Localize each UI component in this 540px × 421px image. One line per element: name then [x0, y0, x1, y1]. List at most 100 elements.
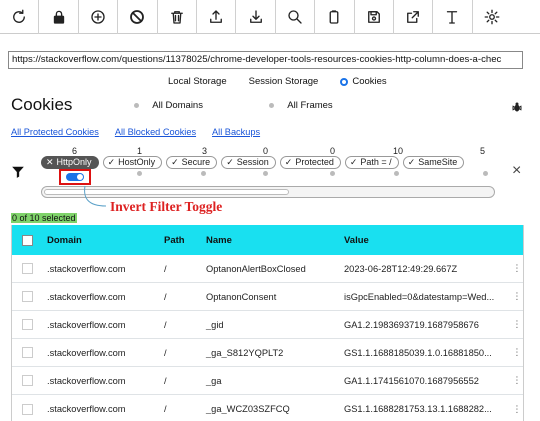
column-header-domain[interactable]: Domain — [44, 235, 162, 246]
row-menu-icon[interactable]: ⋮ — [510, 347, 524, 358]
invert-toggle-samesite[interactable] — [483, 171, 488, 176]
text-button[interactable] — [433, 0, 473, 34]
table-row[interactable]: .stackoverflow.com / OptanonConsent isGp… — [11, 283, 524, 311]
invert-toggle-path[interactable] — [394, 171, 399, 176]
row-menu-icon[interactable]: ⋮ — [510, 263, 524, 274]
bug-icon[interactable] — [511, 101, 523, 113]
row-menu-icon[interactable]: ⋮ — [510, 404, 524, 415]
all-blocked-cookies-link[interactable]: All Blocked Cookies — [115, 127, 196, 137]
cell-path: / — [164, 263, 167, 274]
cell-value: GA1.1.1741561070.1687956552 — [344, 375, 479, 386]
search-button[interactable] — [276, 0, 316, 34]
table-row[interactable]: .stackoverflow.com / _ga_S812YQPLT2 GS1.… — [11, 339, 524, 367]
all-protected-cookies-link[interactable]: All Protected Cookies — [11, 127, 99, 137]
cell-value: GA1.2.1983693719.1687958676 — [344, 319, 479, 330]
table-header: Domain Path Name Value — [11, 225, 524, 255]
import-button[interactable] — [197, 0, 237, 34]
invert-toggle-hostonly[interactable] — [137, 171, 142, 176]
row-checkbox[interactable] — [22, 403, 33, 415]
filter-chip-samesite[interactable]: ✓ SameSite — [402, 156, 465, 169]
cookies-option[interactable]: Cookies — [340, 76, 387, 87]
all-backups-link[interactable]: All Backups — [212, 127, 260, 137]
clipboard-icon — [329, 10, 339, 24]
all-frames-option[interactable]: All Frames — [269, 100, 333, 111]
filter-chip-httponly[interactable]: ✕ HttpOnly — [41, 156, 99, 169]
text-icon — [447, 11, 458, 24]
settings-button[interactable] — [473, 0, 512, 34]
annotation-label: Invert Filter Toggle — [110, 199, 223, 214]
filter-chip-hostonly[interactable]: ✓ HostOnly — [102, 156, 163, 169]
cell-name: _ga_S812YQPLT2 — [206, 347, 284, 358]
url-field[interactable]: https://stackoverflow.com/questions/1137… — [8, 51, 523, 69]
row-checkbox[interactable] — [22, 263, 33, 274]
radio-icon — [134, 103, 139, 108]
select-all-cell — [11, 234, 44, 246]
refresh-button[interactable] — [0, 0, 40, 34]
cell-domain: .stackoverflow.com — [47, 319, 126, 330]
close-icon[interactable]: × — [512, 163, 521, 179]
filter-chip-secure[interactable]: ✓ Secure — [166, 156, 218, 169]
row-checkbox[interactable] — [22, 347, 33, 358]
filter-chip-label: Protected — [295, 157, 334, 167]
export-button[interactable] — [236, 0, 276, 34]
filter-chip-protected[interactable]: ✓ Protected — [279, 156, 341, 169]
cell-domain: .stackoverflow.com — [47, 375, 126, 386]
filter-chip-label: HttpOnly — [56, 157, 92, 167]
cell-name: OptanonAlertBoxClosed — [206, 263, 306, 274]
filter-count: 0 — [330, 146, 336, 156]
column-header-name[interactable]: Name — [203, 235, 343, 246]
invert-toggle-httponly[interactable] — [66, 173, 84, 181]
row-checkbox[interactable] — [22, 291, 33, 302]
gear-icon — [484, 9, 500, 25]
row-menu-icon[interactable]: ⋮ — [510, 319, 524, 330]
delete-button[interactable] — [158, 0, 197, 34]
storage-label-cookies: Cookies — [352, 76, 387, 87]
cell-name: _ga — [206, 375, 222, 386]
add-button[interactable] — [79, 0, 119, 34]
invert-toggle-secure[interactable] — [201, 171, 206, 176]
close-icon: ✕ — [46, 157, 54, 167]
table-row[interactable]: .stackoverflow.com / _gid GA1.2.19836937… — [11, 311, 524, 339]
column-header-path[interactable]: Path — [162, 235, 203, 246]
row-checkbox[interactable] — [22, 375, 33, 386]
row-checkbox[interactable] — [22, 319, 33, 330]
check-icon: ✓ — [226, 157, 234, 167]
check-icon: ✓ — [407, 157, 416, 167]
session-storage-option[interactable]: Session Storage — [249, 76, 319, 87]
save-button[interactable] — [355, 0, 394, 34]
column-header-value[interactable]: Value — [343, 235, 510, 246]
lock-icon — [53, 10, 64, 24]
filter-count: 3 — [202, 146, 208, 156]
row-select-cell — [11, 403, 44, 415]
table-row[interactable]: .stackoverflow.com / _ga_WCZ03SZFCQ GS1.… — [11, 395, 524, 421]
clipboard-button[interactable] — [315, 0, 355, 34]
all-frames-label: All Frames — [287, 100, 333, 111]
row-menu-icon[interactable]: ⋮ — [510, 291, 524, 302]
cell-value: GS1.1.1688281753.13.1.1688282... — [344, 404, 492, 414]
cookie-links: All Protected Cookies All Blocked Cookie… — [11, 127, 260, 137]
filter-chip-label: Path = / — [360, 157, 392, 167]
add-circle-icon — [91, 10, 105, 24]
invert-toggle-session[interactable] — [263, 171, 268, 176]
lock-button[interactable] — [39, 0, 79, 34]
filter-chip-label: HostOnly — [118, 157, 156, 167]
scrollbar-thumb[interactable] — [44, 189, 289, 195]
filter-chip-session[interactable]: ✓ Session — [221, 156, 276, 169]
local-storage-option[interactable]: Local Storage — [168, 76, 227, 87]
filter-icon[interactable] — [11, 165, 25, 179]
select-all-checkbox[interactable] — [22, 234, 33, 246]
cell-domain: .stackoverflow.com — [47, 347, 126, 358]
block-button[interactable] — [118, 0, 158, 34]
open-external-button[interactable] — [394, 0, 434, 34]
filter-chip-path[interactable]: ✓ Path = / — [344, 156, 399, 169]
table-row[interactable]: .stackoverflow.com / OptanonAlertBoxClos… — [11, 255, 524, 283]
table-row[interactable]: .stackoverflow.com / _ga GA1.1.174156107… — [11, 367, 524, 395]
filter-count: 10 — [393, 146, 404, 156]
filter-chips: ✕ HttpOnly ✓ HostOnly ✓ Secure ✓ Session ✓ Pr… — [41, 156, 465, 169]
row-menu-icon[interactable]: ⋮ — [510, 375, 524, 386]
trash-icon — [170, 11, 183, 24]
export-icon — [249, 10, 262, 23]
cell-value: 2023-06-28T12:49:29.667Z — [344, 263, 458, 274]
invert-toggle-protected[interactable] — [330, 171, 335, 176]
all-domains-option[interactable]: All Domains — [134, 100, 269, 111]
